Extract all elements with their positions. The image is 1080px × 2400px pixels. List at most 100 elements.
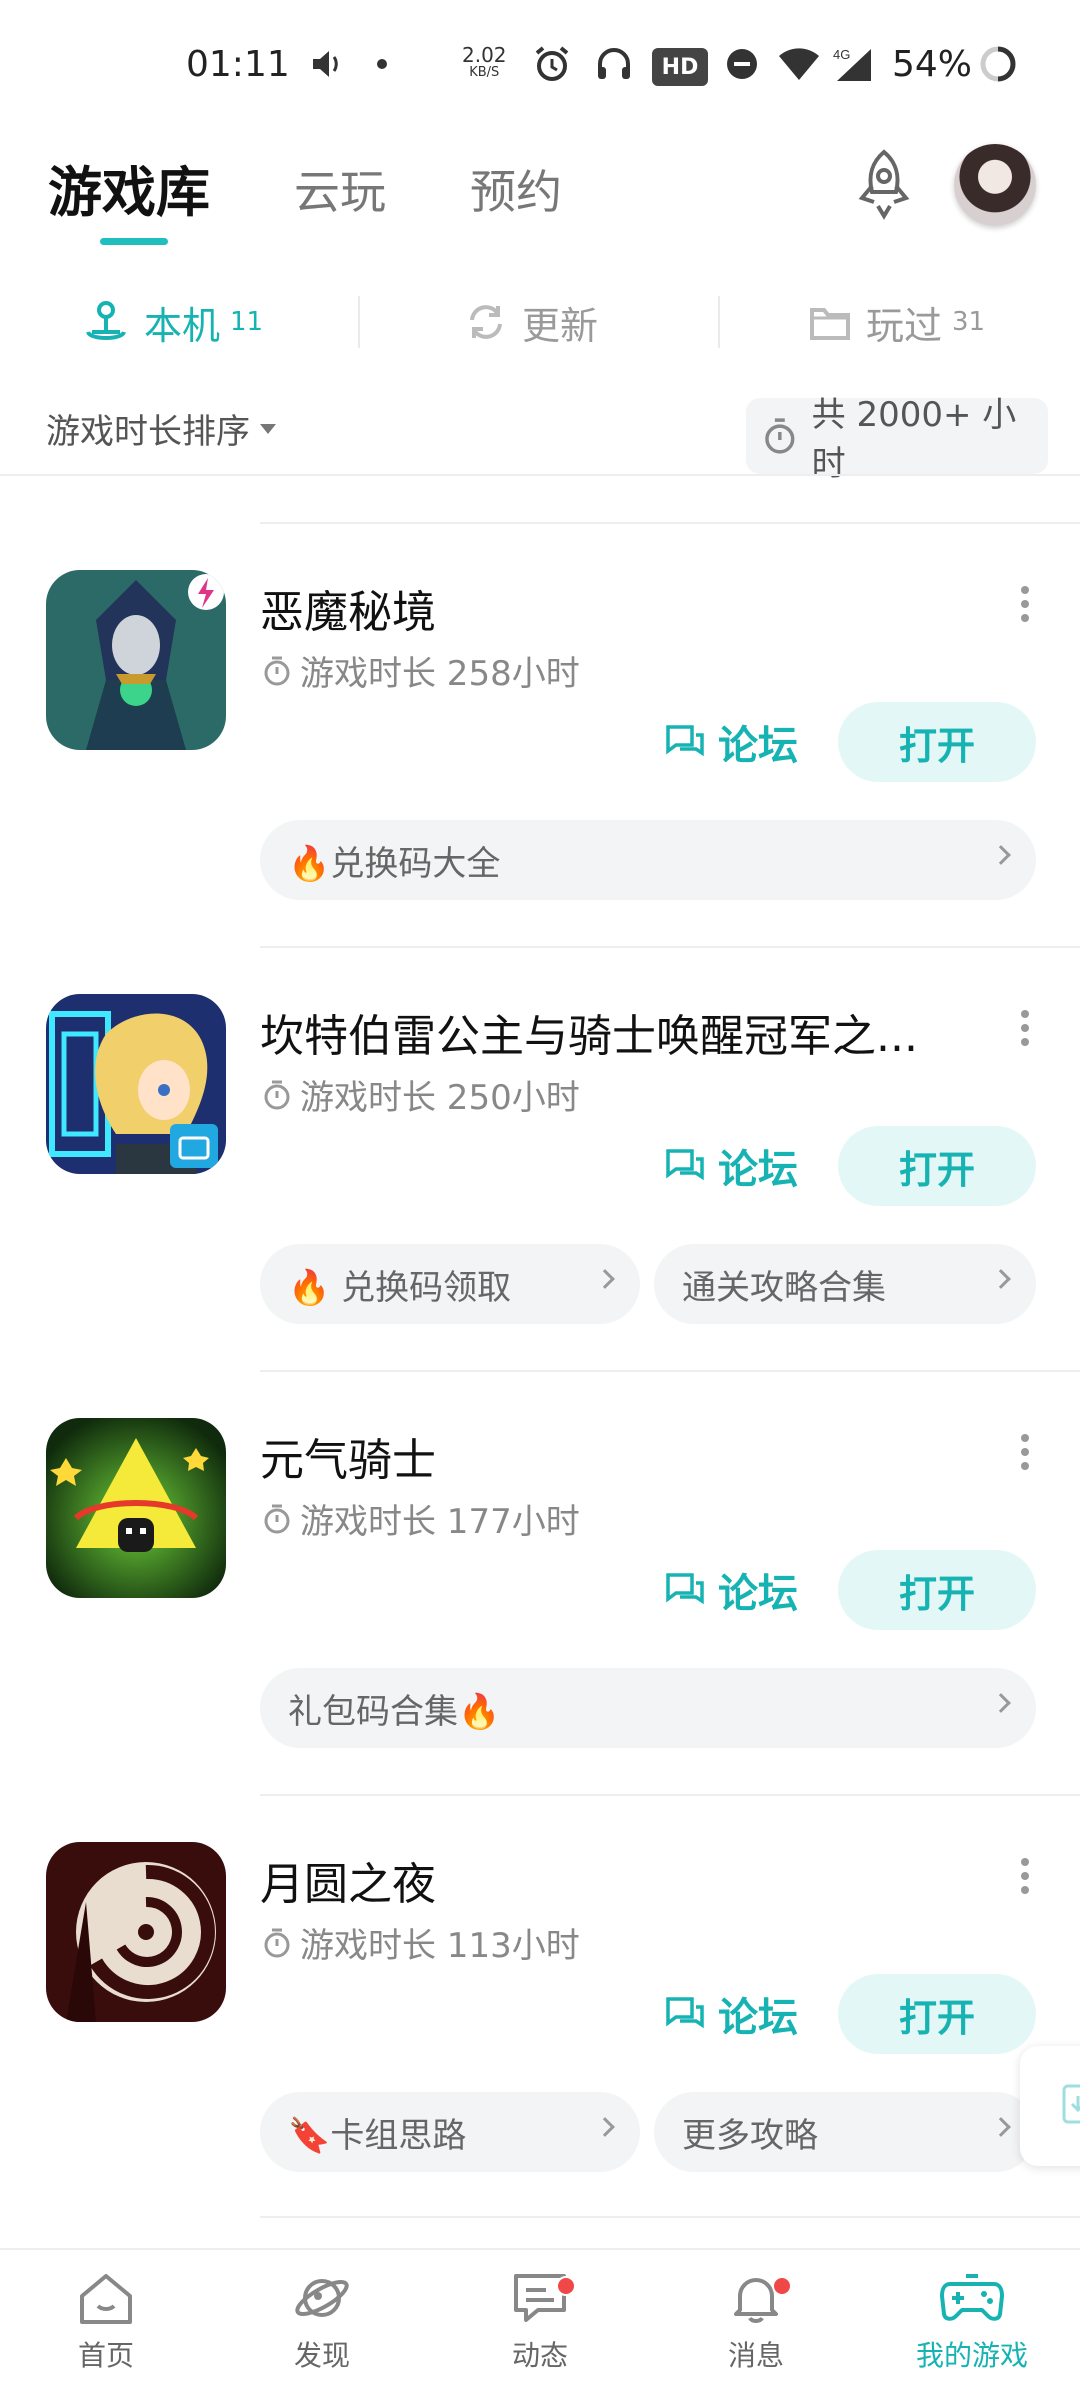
subtab-divider (358, 296, 360, 348)
playtime: 游戏时长 177小时 (262, 1494, 580, 1543)
total-playtime-label: 共 2000+ 小时 (811, 395, 1017, 484)
forum-icon (666, 725, 704, 757)
more-options-icon[interactable] (1018, 1434, 1032, 1476)
deck-ideas-link[interactable]: 🔖卡组思路 (260, 2092, 640, 2172)
nav-feed[interactable]: 动态 (470, 2270, 610, 2390)
subtab-update-label: 更新 (522, 303, 599, 348)
notification-badge (772, 2276, 792, 2296)
pill-label: 🔥 兑换码领取 (288, 1267, 512, 1308)
notification-badge (556, 2276, 576, 2296)
volume-icon (308, 44, 348, 84)
floating-download-tab[interactable] (1020, 2046, 1080, 2166)
gamepad-icon (940, 2274, 1004, 2321)
playtime-label: 游戏时长 250小时 (300, 1078, 580, 1118)
tab-reservation[interactable]: 预约 (470, 156, 562, 222)
chevron-right-icon (595, 2117, 615, 2137)
subtab-local[interactable]: 本机 11 (82, 292, 263, 352)
forum-label: 论坛 (718, 723, 798, 769)
game-item-4[interactable]: 月圆之夜 游戏时长 113小时 论坛 打开 🔖卡组思路 更多攻略 (0, 1798, 1080, 2218)
battery-ring-icon (976, 44, 1020, 84)
redeem-code-link[interactable]: 🔥 兑换码领取 (260, 1244, 640, 1324)
forum-icon (666, 1573, 704, 1605)
sort-label: 游戏时长排序 (46, 412, 250, 452)
divider (0, 474, 1080, 476)
guide-collection-link[interactable]: 通关攻略合集 (654, 1244, 1036, 1324)
nav-discover[interactable]: 发现 (252, 2270, 392, 2390)
chevron-right-icon (991, 1269, 1011, 1289)
game-icon[interactable] (46, 570, 226, 750)
game-title: 月圆之夜 (260, 1859, 436, 1910)
forum-icon (666, 1997, 704, 2029)
pill-label: 通关攻略合集 (682, 1267, 886, 1308)
nav-my-games-label: 我的游戏 (915, 2339, 1028, 2372)
nav-home[interactable]: 首页 (36, 2270, 176, 2390)
svg-text:4G: 4G (833, 47, 850, 62)
game-item-3[interactable]: 元气骑士 游戏时长 177小时 论坛 打开 礼包码合集🔥 (0, 1374, 1080, 1794)
open-button[interactable]: 打开 (838, 1126, 1036, 1206)
rocket-icon[interactable] (846, 146, 922, 222)
playtime: 游戏时长 113小时 (262, 1918, 580, 1967)
nav-messages-label: 消息 (727, 2339, 784, 2372)
nav-my-games[interactable]: 我的游戏 (902, 2270, 1042, 2390)
game-title: 坎特伯雷公主与骑士唤醒冠军之... (260, 1011, 918, 1062)
more-options-icon[interactable] (1018, 1010, 1032, 1052)
forum-button[interactable]: 论坛 (664, 1126, 798, 1206)
active-tab-indicator (100, 238, 168, 245)
divider (260, 1794, 1080, 1796)
forum-button[interactable]: 论坛 (664, 1550, 798, 1630)
joystick-icon (86, 301, 126, 340)
nav-messages[interactable]: 消息 (686, 2270, 826, 2390)
home-icon (80, 2274, 132, 2324)
game-item-1[interactable]: 恶魔秘境 游戏时长 258小时 论坛 打开 🔥兑换码大全 (0, 526, 1080, 946)
forum-button[interactable]: 论坛 (664, 1974, 798, 2054)
game-title: 恶魔秘境 (260, 587, 436, 638)
signal-icon: 4G (830, 44, 876, 84)
gift-code-link[interactable]: 礼包码合集🔥 (260, 1668, 1036, 1748)
sort-dropdown[interactable]: 游戏时长排序 (46, 404, 276, 453)
status-bar: 01:11 2.02 KB/S HD 4G 54% (0, 0, 1080, 140)
net-speed: 2.02 KB/S (462, 45, 507, 82)
stopwatch-icon (765, 418, 795, 454)
more-options-icon[interactable] (1018, 1858, 1032, 1900)
more-guides-link[interactable]: 更多攻略 (654, 2092, 1036, 2172)
user-avatar[interactable] (954, 144, 1036, 226)
redeem-code-link[interactable]: 🔥兑换码大全 (260, 820, 1036, 900)
tab-game-library[interactable]: 游戏库 (48, 148, 210, 227)
alarm-icon (530, 44, 574, 84)
total-playtime: 共 2000+ 小时 (746, 395, 1048, 484)
folder-icon (810, 308, 850, 340)
subtab-played[interactable]: 玩过 31 (808, 292, 985, 352)
pill-label: 礼包码合集🔥 (288, 1691, 501, 1732)
dnd-icon (722, 44, 762, 84)
pill-label: 更多攻略 (682, 2115, 818, 2156)
game-icon[interactable] (46, 1842, 226, 2022)
playtime-label: 游戏时长 258小时 (300, 654, 580, 694)
subtab-local-label: 本机 (144, 303, 221, 348)
stopwatch-icon (264, 1504, 290, 1533)
game-icon[interactable] (46, 994, 226, 1174)
open-button[interactable]: 打开 (838, 1974, 1036, 2054)
stopwatch-icon (264, 1928, 290, 1957)
divider (260, 2216, 1080, 2218)
tab-cloud-play[interactable]: 云玩 (294, 156, 386, 222)
planet-icon (295, 2279, 349, 2317)
status-time: 01:11 (186, 44, 290, 85)
subtab-update[interactable]: 更新 (464, 292, 598, 352)
forum-icon (666, 1149, 704, 1181)
pill-label: 🔥兑换码大全 (288, 843, 501, 884)
forum-button[interactable]: 论坛 (664, 702, 798, 782)
subtab-divider (718, 296, 720, 348)
more-options-icon[interactable] (1018, 586, 1032, 628)
nav-discover-label: 发现 (293, 2339, 350, 2372)
divider (260, 1370, 1080, 1372)
refresh-icon (470, 305, 502, 339)
playtime: 游戏时长 250小时 (262, 1070, 580, 1119)
game-icon[interactable] (46, 1418, 226, 1598)
game-item-2[interactable]: 坎特伯雷公主与骑士唤醒冠军之... 游戏时长 250小时 论坛 打开 🔥 兑换码… (0, 950, 1080, 1370)
open-button[interactable]: 打开 (838, 1550, 1036, 1630)
playtime: 游戏时长 258小时 (262, 646, 580, 695)
open-button[interactable]: 打开 (838, 702, 1036, 782)
download-icon (1062, 2084, 1080, 2124)
playtime-label: 游戏时长 113小时 (300, 1926, 580, 1966)
forum-label: 论坛 (718, 1995, 798, 2041)
